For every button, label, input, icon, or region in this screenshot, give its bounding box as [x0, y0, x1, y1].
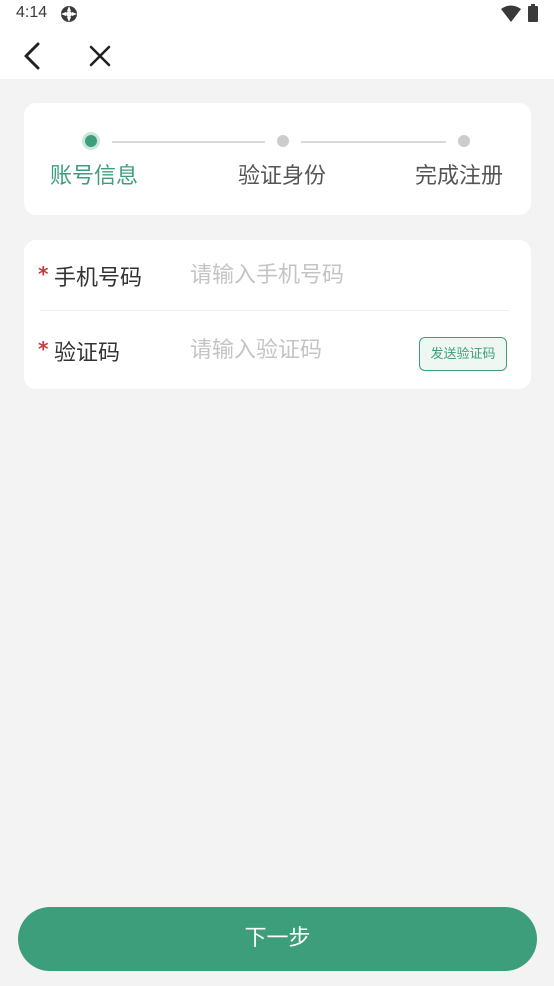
- status-bar: 4:14: [0, 0, 554, 30]
- nav-bar: [0, 30, 554, 79]
- phone-label: 手机号码: [54, 266, 143, 291]
- form-card: * 手机号码 * 验证码 发送验证码: [24, 240, 531, 389]
- phone-input[interactable]: [190, 258, 410, 292]
- required-mark: *: [38, 337, 49, 361]
- required-mark: *: [38, 262, 49, 286]
- battery-icon: [528, 4, 538, 22]
- code-label: 验证码: [54, 341, 121, 366]
- phone-row: * 手机号码: [24, 240, 531, 311]
- next-button[interactable]: 下一步: [18, 907, 537, 971]
- sync-icon: [61, 6, 77, 22]
- chevron-left-icon[interactable]: [14, 38, 50, 74]
- step-label-complete-registration: 完成注册: [414, 164, 503, 189]
- step-connector: [301, 141, 446, 143]
- step-connector: [112, 141, 265, 143]
- divider: [40, 310, 509, 311]
- steps-card: 账号信息 验证身份 完成注册: [24, 103, 531, 215]
- code-row: * 验证码 发送验证码: [24, 315, 531, 385]
- step-indicator: [277, 135, 289, 147]
- step-label-verify-identity: 验证身份: [237, 164, 326, 189]
- step-indicator-active: [82, 132, 100, 150]
- send-code-button[interactable]: 发送验证码: [419, 337, 507, 371]
- step-indicator: [458, 135, 470, 147]
- step-label-account-info: 账号信息: [49, 164, 138, 189]
- close-icon[interactable]: [82, 38, 118, 74]
- code-input[interactable]: [190, 333, 410, 367]
- wifi-icon: [501, 5, 521, 22]
- status-time: 4:14: [16, 4, 48, 21]
